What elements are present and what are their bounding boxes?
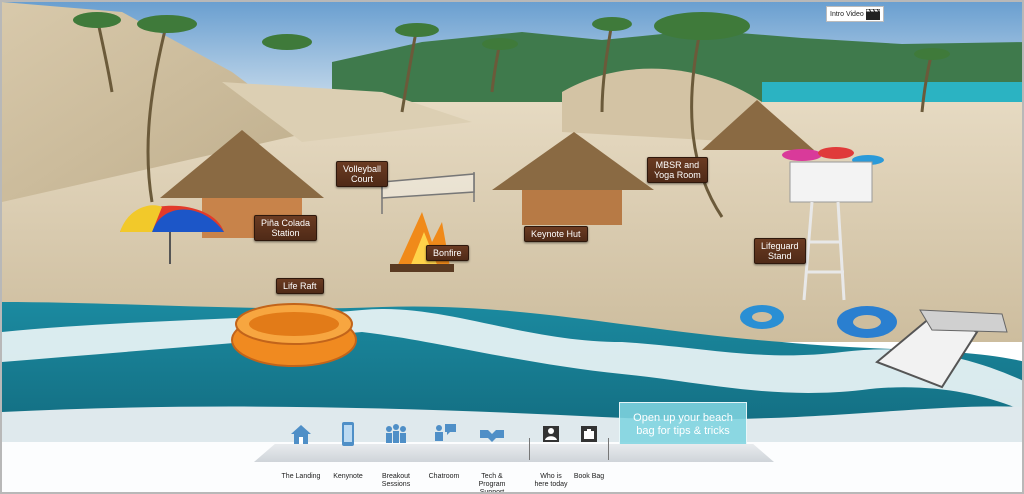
bonfire-sign[interactable]: Bonfire (426, 245, 469, 261)
handshake-icon (480, 430, 504, 442)
clapperboard-icon (866, 8, 880, 20)
chat-icon (435, 424, 456, 441)
tablet-icon (342, 422, 354, 446)
keynote-hut-sign[interactable]: Keynote Hut (524, 226, 588, 242)
house-icon (291, 425, 311, 444)
volleyball-court-sign[interactable]: Volleyball Court (336, 161, 389, 187)
nav-breakout-sessions[interactable]: Breakout Sessions (369, 420, 423, 489)
life-raft-sign[interactable]: Life Raft (276, 278, 324, 294)
life-raft (231, 303, 357, 367)
nav-divider (608, 438, 609, 460)
nav-label: Kenynote (333, 473, 363, 480)
lifeguard-stand-sign[interactable]: Lifeguard Stand (754, 238, 806, 264)
intro-video-label: Intro Video (830, 10, 864, 18)
person-icon (543, 426, 559, 442)
bottom-nav: The Landing Kenynote Breakout Sessions C… (254, 420, 774, 494)
mbsr-yoga-room-sign[interactable]: MBSR and Yoga Room (647, 157, 708, 183)
group-icon (386, 424, 406, 443)
nav-label: Breakout Sessions (381, 473, 411, 488)
nav-label: Chatroom (428, 473, 460, 480)
nav-label: The Landing (281, 473, 321, 480)
briefcase-icon (581, 426, 597, 442)
beach-lobby: Intro Video Volleyball Court Piña Colada… (0, 0, 1024, 494)
nav-label: Tech & Program Support (478, 473, 506, 494)
intro-video-button[interactable]: Intro Video (826, 6, 884, 22)
nav-keynote[interactable]: Kenynote (321, 420, 375, 481)
nav-tech-program-support[interactable]: Tech & Program Support (465, 420, 519, 494)
nav-label: Book Bag (573, 473, 605, 480)
nav-the-landing[interactable]: The Landing (274, 420, 328, 481)
nav-chatroom[interactable]: Chatroom (417, 420, 471, 481)
pina-colada-station-sign[interactable]: Piña Colada Station (254, 215, 318, 241)
